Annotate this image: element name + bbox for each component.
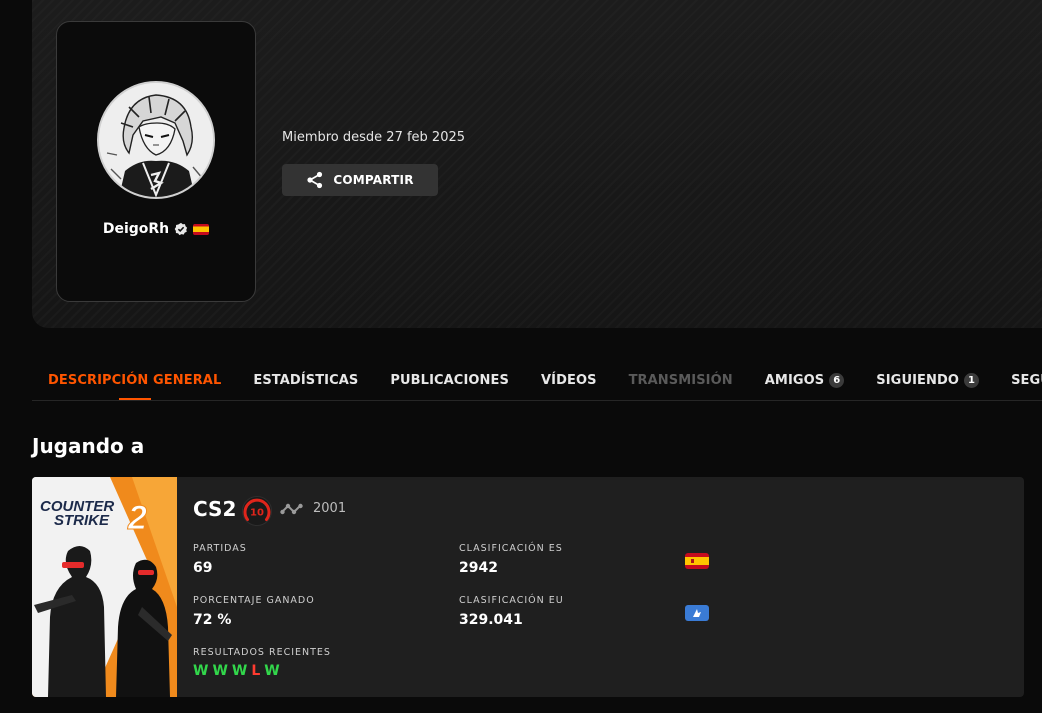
friends-count-badge: 6 [829,373,845,388]
result-win: W [212,663,228,679]
es-flag-icon [685,553,709,569]
tab-friends[interactable]: AMIGOS 6 [749,360,861,400]
avatar-image [99,83,213,197]
tab-label: PUBLICACIONES [390,373,509,388]
eu-region-icon [685,605,709,621]
recent-results: W W W L W [193,663,280,679]
tab-videos[interactable]: VÍDEOS [525,360,613,400]
result-win: W [193,663,209,679]
tab-label: ESTADÍSTICAS [253,373,359,388]
elo-value: 2001 [313,501,347,516]
tab-label: AMIGOS [764,373,825,388]
active-tab-indicator [118,398,151,400]
username-row: DeigoRh [57,221,255,237]
share-button[interactable]: COMPARTIR [282,164,438,196]
verified-icon [174,222,188,236]
section-title: Jugando a [32,434,145,458]
share-label: COMPARTIR [333,173,414,187]
avatar[interactable] [97,81,215,199]
es-flag-icon [193,223,210,235]
cover-title-line2: STRIKE [54,512,110,529]
region-ranking-value[interactable]: 329.041 [459,612,523,628]
tab-following[interactable]: SIGUIENDO 1 [860,360,995,400]
tab-label: VÍDEOS [540,373,597,388]
tab-overview[interactable]: DESCRIPCIÓN GENERAL [32,360,237,400]
game-card[interactable]: COUNTER STRIKE 2 CS2 10 2001 PARTIDAS 69… [32,477,1024,697]
country-ranking-label: CLASIFICACIÓN ES [459,543,563,554]
winrate-label: PORCENTAJE GANADO [193,595,315,606]
region-ranking-label: CLASIFICACIÓN EU [459,595,564,606]
member-since-text: Miembro desde 27 feb 2025 [282,130,466,145]
game-cover-image[interactable]: COUNTER STRIKE 2 [32,477,177,697]
username[interactable]: DeigoRh [103,221,169,237]
skill-level-badge: 10 [242,496,272,526]
tab-label: SEGUIDO [1011,373,1042,388]
tab-followers[interactable]: SEGUIDO [995,360,1042,400]
profile-tabs: DESCRIPCIÓN GENERAL ESTADÍSTICAS PUBLICA… [32,360,1042,401]
cs2-cover-art: COUNTER STRIKE 2 [32,477,177,697]
cover-number: 2 [127,499,147,537]
skill-level-value: 10 [250,508,264,519]
matches-label: PARTIDAS [193,543,247,554]
share-icon [307,171,323,189]
elo-icon [280,503,303,515]
tab-label: TRANSMISIÓN [628,373,733,388]
tab-streaming: TRANSMISIÓN [613,360,749,400]
profile-card: DeigoRh [56,21,256,302]
tab-posts[interactable]: PUBLICACIONES [374,360,525,400]
game-name[interactable]: CS2 [193,497,236,521]
tab-label: SIGUIENDO [876,373,960,388]
following-count-badge: 1 [964,373,980,388]
result-win: W [231,663,248,679]
recent-results-label: RESULTADOS RECIENTES [193,647,331,658]
tab-stats[interactable]: ESTADÍSTICAS [237,360,374,400]
winrate-value: 72 % [193,612,232,628]
matches-value: 69 [193,560,213,576]
result-win: W [264,663,280,679]
tab-label: DESCRIPCIÓN GENERAL [48,373,222,388]
result-loss: L [251,663,261,679]
country-ranking-value[interactable]: 2942 [459,560,498,576]
